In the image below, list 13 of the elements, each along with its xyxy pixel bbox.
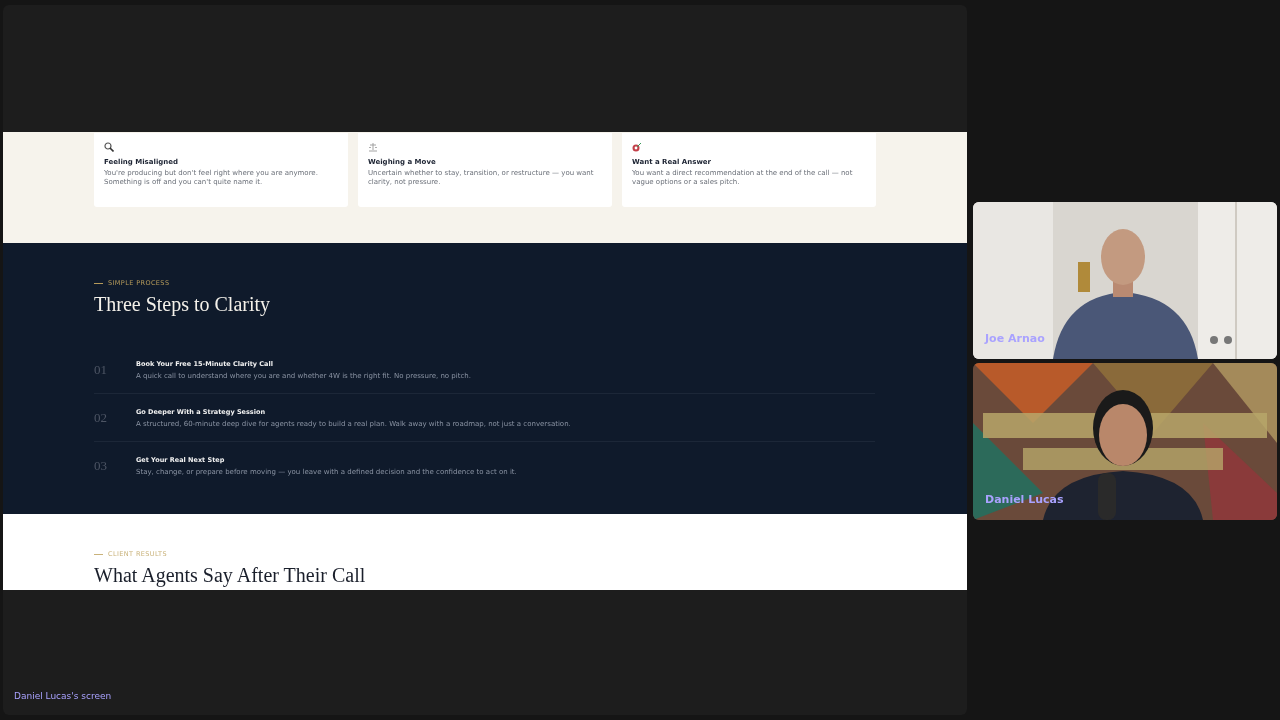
step-number: 02 [94, 409, 108, 426]
video-tile[interactable]: Joe Arnao [973, 202, 1277, 359]
video-tile[interactable]: Daniel Lucas [973, 363, 1277, 520]
scales-icon [368, 142, 378, 152]
section-heading: Three Steps to Clarity [94, 293, 272, 316]
screen-owner-label: Daniel Lucas's screen [14, 691, 113, 701]
section-heading: What Agents Say After Their Call [94, 564, 367, 587]
step-number: 01 [94, 361, 108, 378]
participant-name: Joe Arnao [985, 332, 1045, 345]
participant-name: Daniel Lucas [985, 493, 1064, 506]
target-icon [632, 142, 642, 152]
step-number: 03 [94, 457, 108, 474]
magnifier-icon [104, 142, 114, 152]
